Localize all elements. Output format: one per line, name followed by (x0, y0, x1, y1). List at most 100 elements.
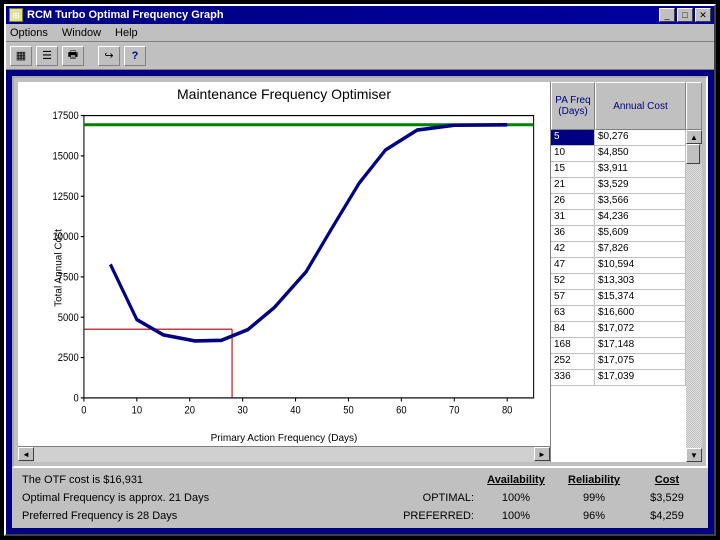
summary-panel: The OTF cost is $16,931 Availability Rel… (12, 468, 708, 528)
cell-freq: 84 (551, 322, 595, 337)
table-vscrollbar[interactable]: ▲ ▼ (686, 130, 702, 462)
cell-cost: $17,075 (595, 354, 686, 369)
printer-icon: 🖶 (68, 46, 78, 65)
help-icon: ? (132, 50, 139, 62)
toolbar: ▦ ☰ 🖶 ↪ ? (6, 42, 714, 70)
svg-text:70: 70 (449, 405, 460, 417)
menu-help[interactable]: Help (115, 27, 138, 39)
scroll-track[interactable] (34, 447, 534, 462)
svg-text:10000: 10000 (53, 232, 80, 244)
cell-freq: 5 (551, 130, 595, 145)
cell-cost: $5,609 (595, 226, 686, 241)
table-row[interactable]: 252$17,075 (551, 354, 686, 370)
table-row[interactable]: 168$17,148 (551, 338, 686, 354)
grid-icon: ▦ (16, 49, 26, 62)
cell-cost: $13,303 (595, 274, 686, 289)
cell-freq: 42 (551, 242, 595, 257)
table-row[interactable]: 26$3,566 (551, 194, 686, 210)
chart-title: Maintenance Frequency Optimiser (18, 82, 550, 106)
cell-cost: $3,566 (595, 194, 686, 209)
window-title: RCM Turbo Optimal Frequency Graph (27, 9, 657, 21)
svg-text:7500: 7500 (58, 272, 79, 284)
table-row[interactable]: 10$4,850 (551, 146, 686, 162)
header-cost: Cost (636, 474, 698, 486)
table-row[interactable]: 15$3,911 (551, 162, 686, 178)
toolbar-button-properties[interactable]: ☰ (36, 46, 58, 66)
scroll-up-button[interactable]: ▲ (686, 130, 702, 144)
svg-text:5000: 5000 (58, 312, 79, 324)
content-area: Maintenance Frequency Optimiser Total An… (6, 70, 714, 534)
cell-freq: 57 (551, 290, 595, 305)
table-row[interactable]: 336$17,039 (551, 370, 686, 386)
header-reliability: Reliability (558, 474, 630, 486)
table-row[interactable]: 5$0,276 (551, 130, 686, 146)
table-row[interactable]: 52$13,303 (551, 274, 686, 290)
minimize-button[interactable]: _ (659, 8, 675, 22)
optimal-reliability: 99% (558, 492, 630, 504)
chart-hscrollbar[interactable]: ◄ ► (18, 446, 550, 462)
svg-text:50: 50 (343, 405, 354, 417)
optimal-freq-label: Optimal Frequency is approx. 21 Days (22, 492, 388, 504)
table-row[interactable]: 21$3,529 (551, 178, 686, 194)
cell-cost: $4,236 (595, 210, 686, 225)
col-header-cost[interactable]: Annual Cost (595, 82, 686, 130)
table-rows[interactable]: 5$0,27610$4,85015$3,91121$3,52926$3,5663… (551, 130, 686, 462)
table-row[interactable]: 42$7,826 (551, 242, 686, 258)
app-window: ⊞ RCM Turbo Optimal Frequency Graph _ □ … (4, 4, 716, 536)
cell-freq: 52 (551, 274, 595, 289)
svg-text:30: 30 (237, 405, 248, 417)
properties-icon: ☰ (42, 49, 52, 62)
row-label-preferred: PREFERRED: (394, 510, 474, 522)
svg-text:10: 10 (132, 405, 143, 417)
toolbar-button-grid[interactable]: ▦ (10, 46, 32, 66)
cell-cost: $15,374 (595, 290, 686, 305)
svg-text:2500: 2500 (58, 353, 79, 365)
svg-text:40: 40 (290, 405, 301, 417)
table-row[interactable]: 63$16,600 (551, 306, 686, 322)
cell-freq: 168 (551, 338, 595, 353)
toolbar-button-help[interactable]: ? (124, 46, 146, 66)
preferred-freq-label: Preferred Frequency is 28 Days (22, 510, 388, 522)
col-header-freq[interactable]: PA Freq (Days) (551, 82, 595, 130)
cell-cost: $4,850 (595, 146, 686, 161)
scroll-left-button[interactable]: ◄ (18, 447, 34, 461)
svg-text:17500: 17500 (53, 111, 80, 123)
menu-options[interactable]: Options (10, 27, 48, 39)
cell-freq: 63 (551, 306, 595, 321)
table-row[interactable]: 57$15,374 (551, 290, 686, 306)
maximize-button[interactable]: □ (677, 8, 693, 22)
exit-icon: ↪ (104, 49, 113, 62)
scroll-right-button[interactable]: ► (534, 447, 550, 461)
scroll-vtrack[interactable] (686, 164, 702, 448)
cell-freq: 252 (551, 354, 595, 369)
scroll-down-button[interactable]: ▼ (686, 448, 702, 462)
cell-freq: 31 (551, 210, 595, 225)
toolbar-button-print[interactable]: 🖶 (62, 46, 84, 66)
menu-window[interactable]: Window (62, 27, 101, 39)
row-label-optimal: OPTIMAL: (394, 492, 474, 504)
otf-cost-label: The OTF cost is $16,931 (22, 474, 388, 486)
cell-cost: $10,594 (595, 258, 686, 273)
cell-cost: $17,039 (595, 370, 686, 385)
cell-cost: $3,911 (595, 162, 686, 177)
scroll-thumb[interactable] (686, 144, 700, 164)
cell-freq: 47 (551, 258, 595, 273)
cell-freq: 26 (551, 194, 595, 209)
table-row[interactable]: 47$10,594 (551, 258, 686, 274)
chart-plot: 0250050007500100001250015000175000102030… (40, 106, 542, 429)
cell-cost: $7,826 (595, 242, 686, 257)
table-row[interactable]: 31$4,236 (551, 210, 686, 226)
svg-text:20: 20 (185, 405, 196, 417)
close-button[interactable]: ✕ (695, 8, 711, 22)
table-row[interactable]: 84$17,072 (551, 322, 686, 338)
preferred-reliability: 96% (558, 510, 630, 522)
toolbar-button-exit[interactable]: ↪ (98, 46, 120, 66)
svg-text:0: 0 (81, 405, 87, 417)
svg-text:12500: 12500 (53, 191, 80, 203)
cell-cost: $0,276 (595, 130, 686, 145)
table-row[interactable]: 36$5,609 (551, 226, 686, 242)
x-axis-label: Primary Action Frequency (Days) (18, 433, 550, 446)
preferred-availability: 100% (480, 510, 552, 522)
cell-freq: 10 (551, 146, 595, 161)
titlebar: ⊞ RCM Turbo Optimal Frequency Graph _ □ … (6, 6, 714, 24)
